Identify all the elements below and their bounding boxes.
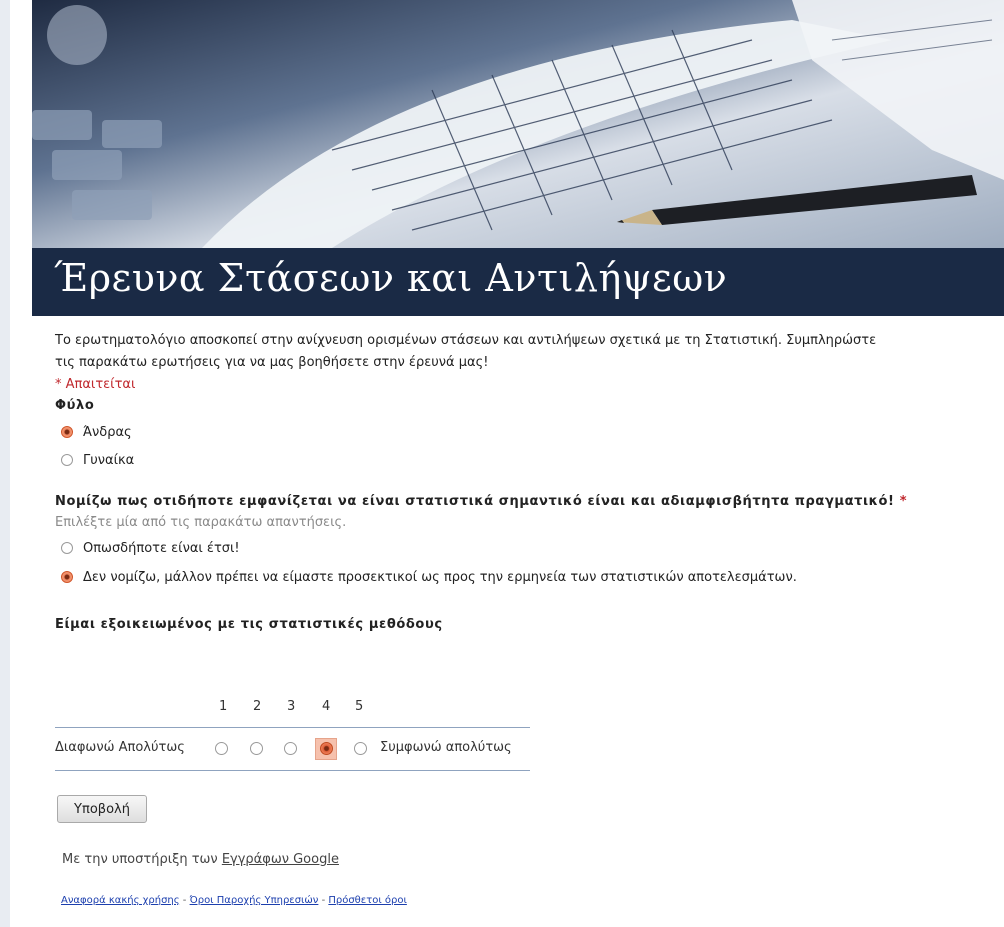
scale-high-label: Συμφωνώ απολύτως [380, 740, 512, 755]
additional-terms-link[interactable]: Πρόσθετοι όροι [328, 895, 407, 906]
option-label: Δεν νομίζω, μάλλον πρέπει να είμαστε προ… [83, 569, 797, 585]
scale-bottom-divider [55, 770, 530, 771]
option-label: Γυναίκα [83, 452, 135, 468]
question-statistical-significance: Νομίζω πως οτιδήποτε εμφανίζεται να είνα… [55, 494, 985, 589]
option-certainly[interactable]: Οπωσδήποτε είναι έτσι! [55, 536, 985, 560]
option-female[interactable]: Γυναίκα [55, 448, 985, 472]
required-mark: * [899, 494, 908, 509]
question-help: Επιλέξτε μία από τις παρακάτω απαντήσεις… [55, 515, 347, 530]
submit-button[interactable]: Υποβολή [57, 795, 147, 823]
page-left-edge [0, 0, 10, 927]
option-male[interactable]: Άνδρας [55, 420, 985, 444]
option-label: Οπωσδήποτε είναι έτσι! [83, 540, 240, 556]
radio-female[interactable] [61, 454, 73, 466]
scale-number-3: 3 [287, 699, 296, 714]
scale-low-label: Διαφωνώ Απολύτως [55, 740, 185, 755]
google-docs-link[interactable]: Εγγράφων Google [222, 852, 339, 867]
scale-number-4: 4 [322, 699, 331, 714]
scale-radio-4[interactable] [320, 742, 333, 755]
scale-number-5: 5 [355, 699, 364, 714]
report-abuse-link[interactable]: Αναφορά κακής χρήσης [61, 895, 180, 906]
description-line-2: τις παρακάτω ερωτήσεις για να μας βοηθήσ… [55, 355, 489, 370]
scale-number-2: 2 [253, 699, 262, 714]
scale-radio-5[interactable] [354, 742, 367, 755]
question-title: Είμαι εξοικειωμένος με τις στατιστικές μ… [55, 617, 443, 632]
question-familiarity: Είμαι εξοικειωμένος με τις στατιστικές μ… [55, 617, 985, 632]
powered-prefix: Με την υποστήριξη των [62, 852, 222, 867]
title-bar: Έρευνα Στάσεων και Αντιλήψεων [32, 248, 1004, 316]
radio-be-careful[interactable] [61, 571, 73, 583]
radio-certainly[interactable] [61, 542, 73, 554]
question-title: Νομίζω πως οτιδήποτε εμφανίζεται να είνα… [55, 494, 985, 509]
form-page: Έρευνα Στάσεων και Αντιλήψεων Το ερωτημα… [32, 0, 1004, 927]
footer-links: Αναφορά κακής χρήσης - Όροι Παροχής Υπηρ… [61, 895, 407, 906]
terms-of-service-link[interactable]: Όροι Παροχής Υπηρεσιών [190, 895, 319, 906]
question-title: Φύλο [55, 398, 95, 413]
required-note: * Απαιτείται [55, 377, 136, 392]
scale-number-1: 1 [219, 699, 228, 714]
scale-radio-2[interactable] [250, 742, 263, 755]
option-be-careful[interactable]: Δεν νομίζω, μάλλον πρέπει να είμαστε προ… [55, 565, 985, 589]
page-title: Έρευνα Στάσεων και Αντιλήψεων [54, 256, 728, 300]
separator: - [179, 895, 190, 906]
scale-radio-3[interactable] [284, 742, 297, 755]
question-gender: Φύλο Άνδρας Γυναίκα [55, 398, 985, 472]
description-line-1: Το ερωτηματολόγιο αποσκοπεί στην ανίχνευ… [55, 333, 877, 348]
question-title-text: Νομίζω πως οτιδήποτε εμφανίζεται να είνα… [55, 494, 895, 509]
scale-radio-1[interactable] [215, 742, 228, 755]
form-content: Το ερωτηματολόγιο αποσκοπεί στην ανίχνευ… [55, 330, 985, 632]
option-label: Άνδρας [83, 424, 132, 440]
radio-male[interactable] [61, 426, 73, 438]
scale-top-divider [55, 727, 530, 728]
header-banner-image [32, 0, 1004, 248]
powered-by: Με την υποστήριξη των Εγγράφων Google [62, 852, 339, 867]
form-description: Το ερωτηματολόγιο αποσκοπεί στην ανίχνευ… [55, 330, 985, 374]
separator: - [318, 895, 329, 906]
